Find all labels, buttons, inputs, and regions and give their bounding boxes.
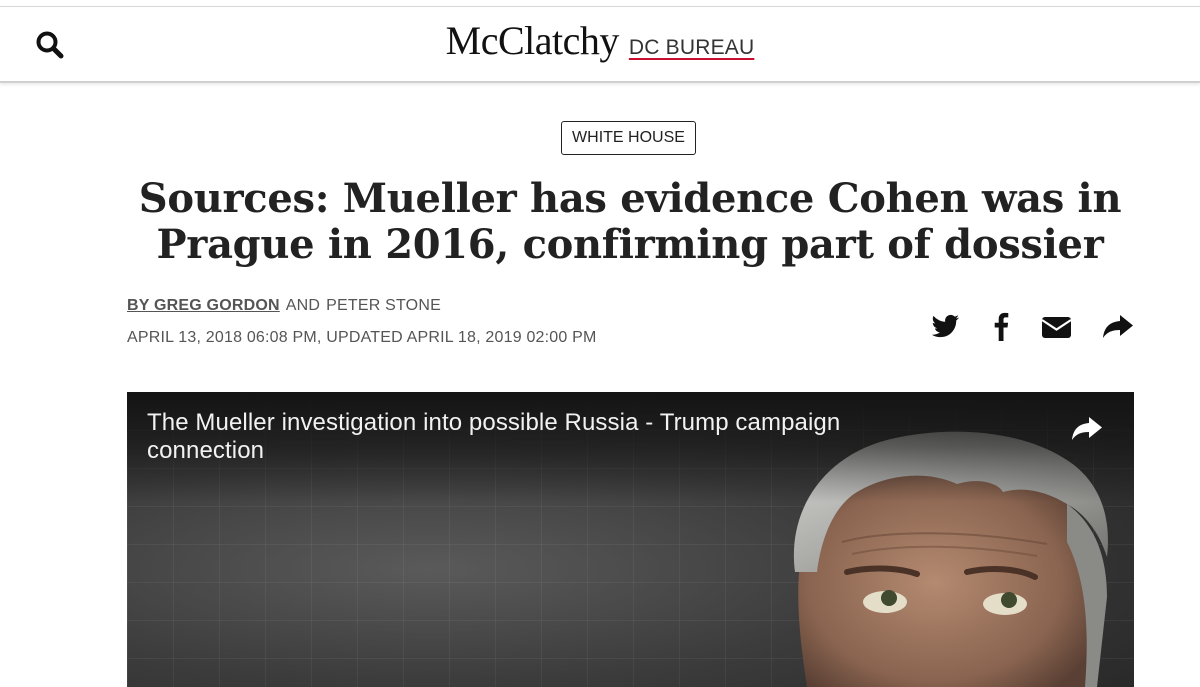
author-name: PETER STONE (326, 297, 441, 314)
site-header: McClatchy DC BUREAU (0, 6, 1200, 83)
byline-conjunction: AND (285, 297, 321, 314)
email-icon[interactable] (1039, 310, 1075, 342)
byline: BY GREG GORDON AND PETER STONE (127, 297, 441, 315)
brand-section-link[interactable]: DC BUREAU (629, 36, 754, 59)
video-player[interactable]: The Mueller investigation into possible … (127, 392, 1134, 687)
brand-name[interactable]: McClatchy (446, 18, 620, 63)
share-icon[interactable] (1100, 310, 1136, 342)
article-dateline: APRIL 13, 2018 06:08 PM, UPDATED APRIL 1… (127, 329, 597, 346)
video-share-icon[interactable] (1069, 414, 1105, 444)
author-link[interactable]: BY GREG GORDON (127, 297, 280, 314)
category-tag[interactable]: WHITE HOUSE (561, 121, 696, 155)
facebook-icon[interactable] (984, 310, 1020, 342)
article-headline: Sources: Mueller has evidence Cohen was … (138, 175, 1122, 268)
video-title: The Mueller investigation into possible … (147, 409, 841, 464)
site-logo: McClatchy DC BUREAU (0, 17, 1200, 64)
twitter-icon[interactable] (928, 310, 964, 342)
